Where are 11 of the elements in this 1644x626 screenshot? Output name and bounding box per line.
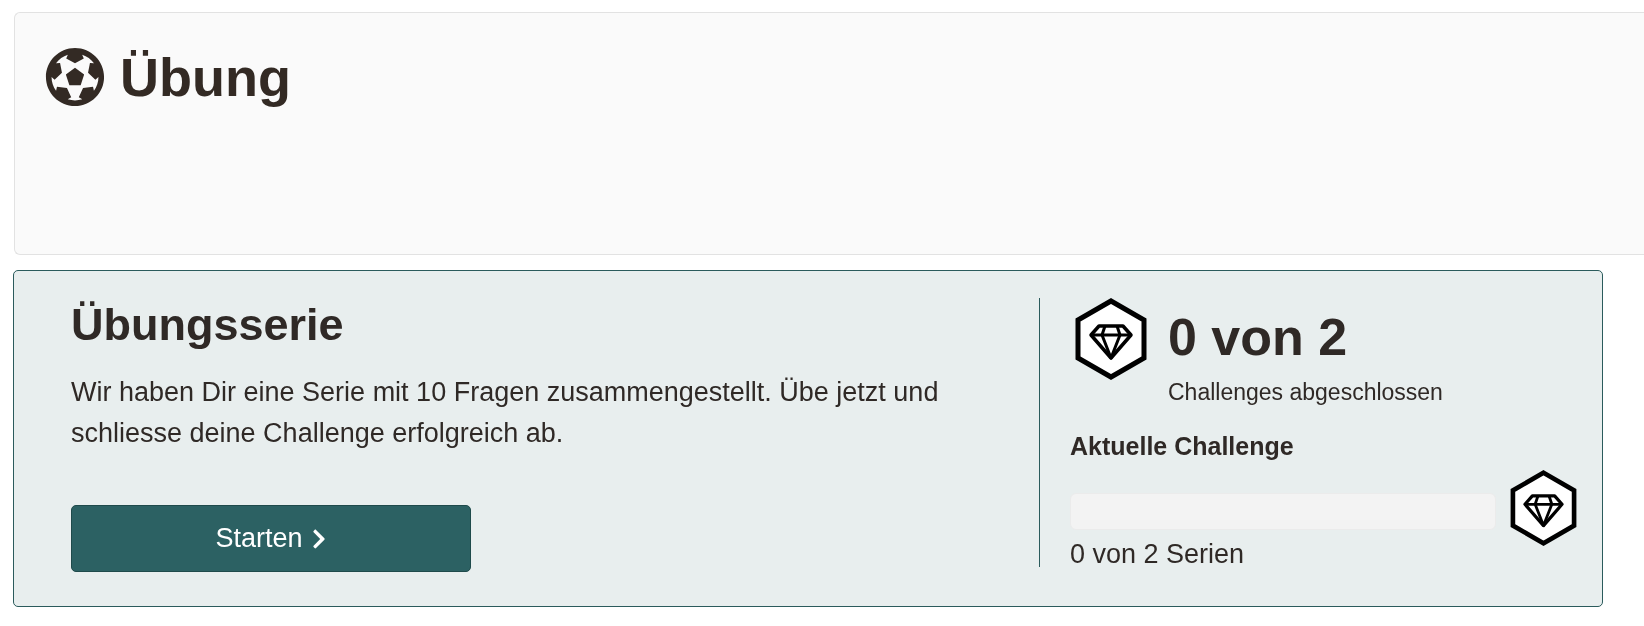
description-text: Wir haben Dir eine Serie mit 10 Fragen zusammengestellt. Übe jetzt und schliesse deine Challenge erfolgreich ab. <box>71 376 940 450</box>
completed-label: Challenges abgeschlossen <box>1168 378 1443 406</box>
diamond-hexagon-icon <box>1510 470 1577 546</box>
chevron-right-icon <box>310 527 327 550</box>
page-title: Übung <box>120 46 291 109</box>
start-button[interactable]: Starten <box>71 505 471 572</box>
completed-count: 0 von 2 <box>1168 311 1349 363</box>
diamond-hexagon-icon <box>1075 298 1147 380</box>
current-challenge-title: Aktuelle Challenge <box>1070 431 1295 461</box>
section-title: Übungsserie <box>71 298 345 352</box>
progress-reading: 0 von 2 Serien <box>1070 538 1246 570</box>
